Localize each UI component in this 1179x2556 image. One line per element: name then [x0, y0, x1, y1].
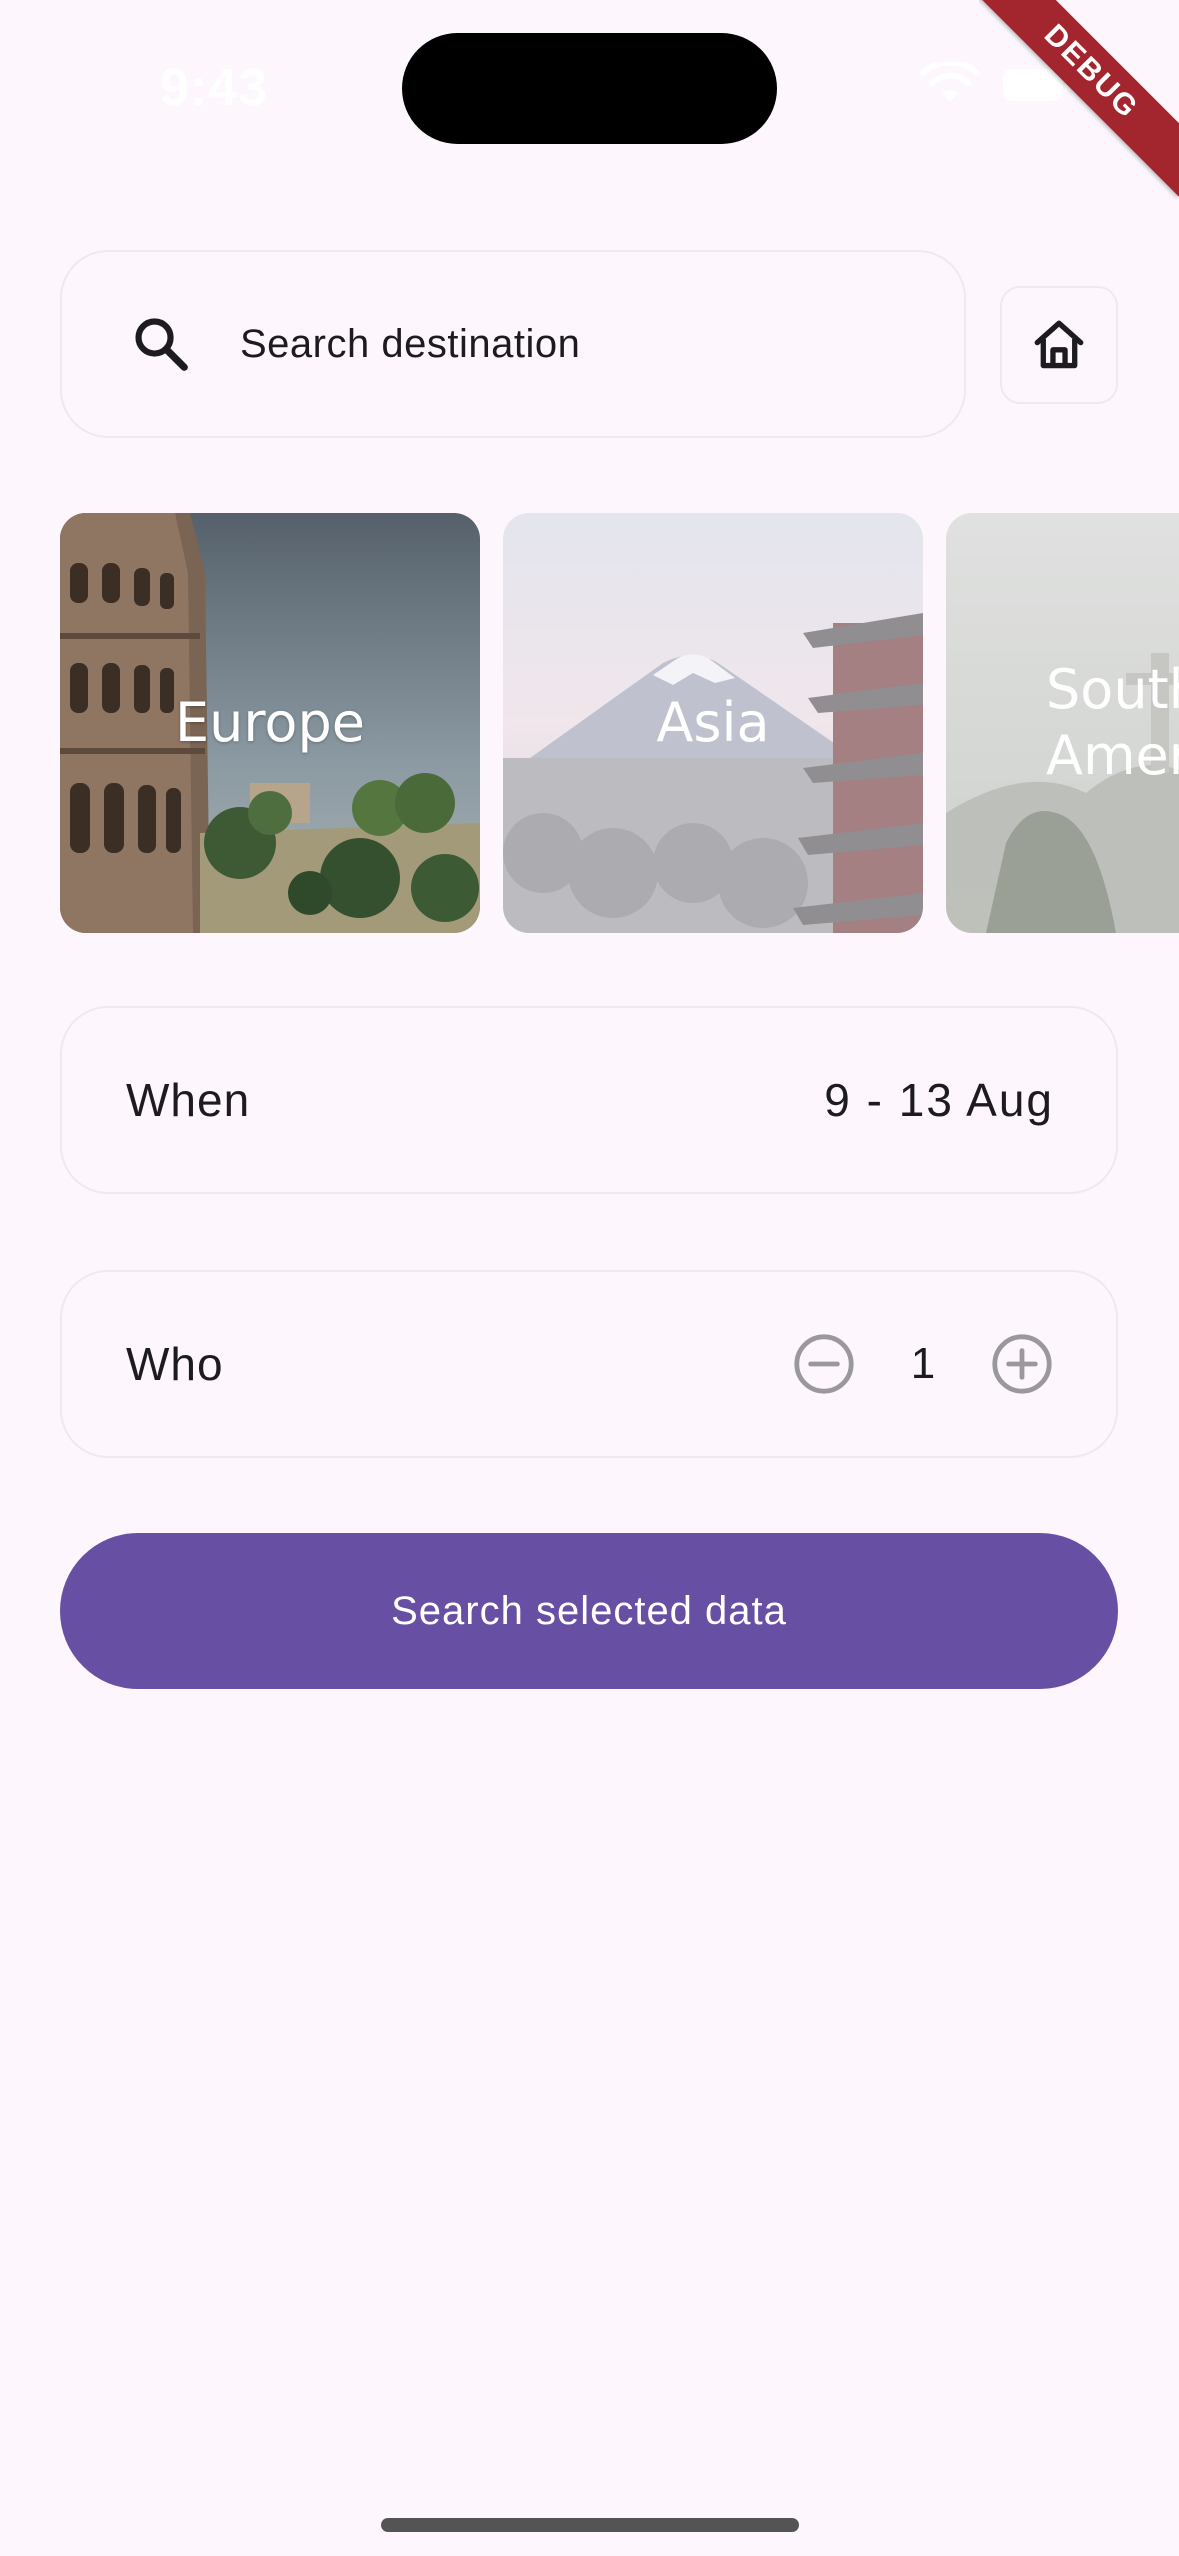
destination-card-europe[interactable]: Europe [60, 513, 480, 933]
wifi-icon [920, 62, 980, 102]
home-icon [1034, 320, 1084, 369]
home-indicator[interactable] [381, 2518, 799, 2532]
destination-label-europe: Europe [175, 691, 365, 754]
battery-icon [1003, 69, 1070, 101]
status-time: 9:43 [160, 59, 269, 117]
app-screen: 9:43 DEBUG Search destination Europe Asi… [0, 0, 1179, 2556]
guest-stepper: 1 [792, 1332, 1054, 1396]
when-selector[interactable]: When 9 - 13 Aug [60, 1006, 1118, 1194]
search-icon [135, 318, 188, 371]
who-selector: Who 1 [60, 1270, 1118, 1458]
search-input[interactable]: Search destination [60, 250, 966, 438]
destination-carousel[interactable]: Europe Asia Sout Ame [60, 513, 1179, 933]
destination-label-asia: Asia [656, 691, 770, 754]
search-selected-data-button[interactable]: Search selected data [60, 1533, 1118, 1689]
when-date-range[interactable]: 9 - 13 Aug [824, 1073, 1054, 1127]
home-button[interactable] [1000, 286, 1118, 404]
who-label: Who [126, 1338, 224, 1390]
guest-count: 1 [910, 1339, 936, 1388]
search-placeholder: Search destination [240, 321, 581, 366]
destination-card-asia[interactable]: Asia [503, 513, 923, 933]
minus-circle-icon[interactable] [792, 1332, 856, 1396]
plus-circle-icon[interactable] [990, 1332, 1054, 1396]
destination-card-south-america[interactable]: South America [946, 513, 1179, 933]
when-label: When [126, 1074, 251, 1126]
dynamic-island [402, 33, 777, 144]
destination-label-south-america: South America [1046, 658, 1179, 787]
